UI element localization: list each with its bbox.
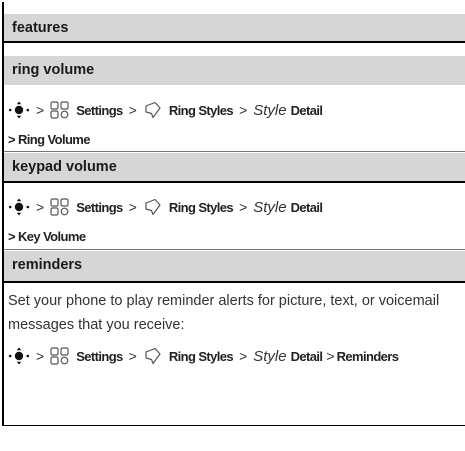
settings-label: Settings [76, 102, 123, 118]
nav-key-icon [8, 347, 30, 365]
menu-path-continued: > Key Volume [8, 229, 86, 244]
style-placeholder: Style [253, 347, 287, 365]
divider [4, 41, 465, 43]
ring-styles-bell-icon [145, 101, 161, 119]
detail-label: Detail [290, 102, 323, 118]
table-header-label: features [12, 20, 69, 36]
separator: > [36, 348, 45, 364]
divider [4, 151, 465, 152]
separator: > [239, 199, 248, 215]
ring-volume-label: > Ring Volume [8, 132, 90, 147]
detail-label: Detail [290, 348, 323, 364]
menu-path: > Settings > Ring Styles > Style Detail [8, 101, 323, 119]
section-title: keypad volume [12, 159, 117, 175]
separator: > [326, 348, 335, 364]
ring-styles-bell-icon [145, 347, 161, 365]
ring-styles-label: Ring Styles [168, 199, 234, 215]
key-volume-label: > Key Volume [8, 229, 86, 244]
separator: > [239, 102, 248, 118]
section-title-bar: ring volume [4, 56, 465, 85]
menu-path: > Settings > Ring Styles > Style Detail … [8, 347, 399, 365]
style-placeholder: Style [253, 198, 287, 216]
reminders-label: Reminders [336, 348, 399, 364]
nav-key-icon [8, 198, 30, 216]
settings-icon [50, 101, 69, 119]
section-title: ring volume [12, 62, 95, 78]
separator: > [128, 348, 137, 364]
section-title: reminders [12, 257, 83, 273]
nav-key-icon [8, 101, 30, 119]
menu-path: > Settings > Ring Styles > Style Detail [8, 198, 323, 216]
settings-icon [50, 347, 69, 365]
separator: > [36, 199, 45, 215]
settings-label: Settings [76, 348, 123, 364]
separator: > [239, 348, 248, 364]
divider [4, 281, 465, 283]
separator: > [128, 102, 137, 118]
ring-styles-label: Ring Styles [168, 348, 234, 364]
settings-label: Settings [76, 199, 123, 215]
detail-label: Detail [290, 199, 323, 215]
reminders-description: Set your phone to play reminder alerts f… [8, 293, 440, 333]
section-title-bar: keypad volume [4, 153, 465, 181]
ring-styles-label: Ring Styles [168, 102, 234, 118]
separator: > [128, 199, 137, 215]
style-placeholder: Style [253, 101, 287, 119]
divider [4, 181, 465, 183]
ring-styles-bell-icon [145, 198, 161, 216]
menu-path-continued: > Ring Volume [8, 132, 90, 147]
section-title-bar: reminders [4, 251, 465, 281]
divider [4, 249, 465, 250]
settings-icon [50, 198, 69, 216]
separator: > [36, 102, 45, 118]
table-header: features [4, 14, 465, 41]
